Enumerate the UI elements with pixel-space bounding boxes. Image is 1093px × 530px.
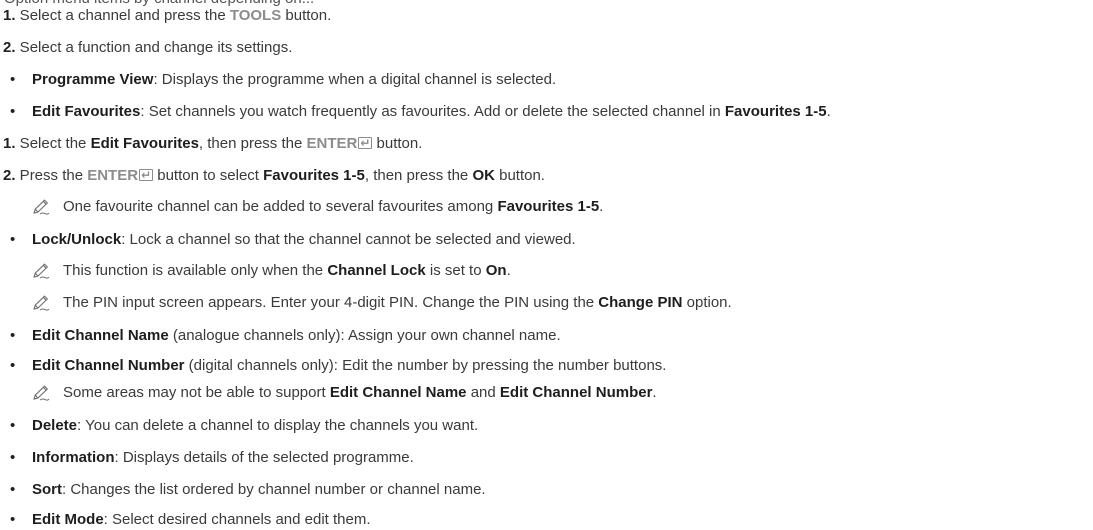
bullet: • [10,71,16,88]
enter-key-icon [358,134,373,152]
tools-key: TOOLS [229,7,282,24]
fav-step-1: 1. Select the Edit Favourites, then pres… [3,134,422,153]
bullet: • [10,231,16,248]
note-pencil-icon [32,263,50,279]
note-pencil-icon [32,199,50,215]
bullet: • [10,511,16,528]
note-pencil-icon [32,385,50,401]
note-pencil-icon [32,295,50,311]
fav-step-2: 2. Press the ENTER button to select Favo… [3,166,545,185]
bullet: • [10,417,16,434]
enter-key: ENTER [306,135,358,152]
bullet: • [10,103,16,120]
enter-key-icon [139,166,154,184]
bullet: • [10,449,16,466]
bullet: • [10,357,16,374]
bullet: • [10,481,16,498]
bullet: • [10,327,16,344]
enter-key: ENTER [87,167,139,184]
step-1-select-channel: 1. Select a channel and press the TOOLS … [3,7,332,24]
step-2-select-function: 2. Select a function and change its sett… [3,39,293,56]
